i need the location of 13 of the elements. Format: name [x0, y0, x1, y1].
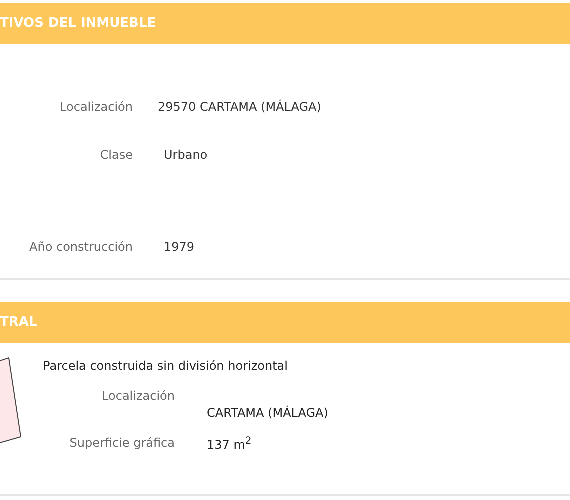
- field-value: CARTAMA (MÁLAGA): [207, 406, 328, 420]
- field-value: 1979: [164, 240, 195, 254]
- field-label: Localización: [59, 100, 133, 114]
- section-title: TIVOS DEL INMUEBLE: [0, 16, 156, 31]
- field-label: Localización: [101, 389, 175, 403]
- field-label: Año construcción: [28, 240, 133, 254]
- field-label: Superficie gráfica: [68, 436, 175, 450]
- section-title: TRAL: [0, 315, 38, 330]
- field-value: 29570 CARTAMA (MÁLAGA): [158, 100, 322, 114]
- field-value: Urbano: [164, 148, 208, 162]
- parcel-description: Parcela construida sin división horizontal: [43, 359, 289, 373]
- field-label: Clase: [99, 148, 133, 162]
- field-value: 137 m$^{2}$: [207, 436, 252, 452]
